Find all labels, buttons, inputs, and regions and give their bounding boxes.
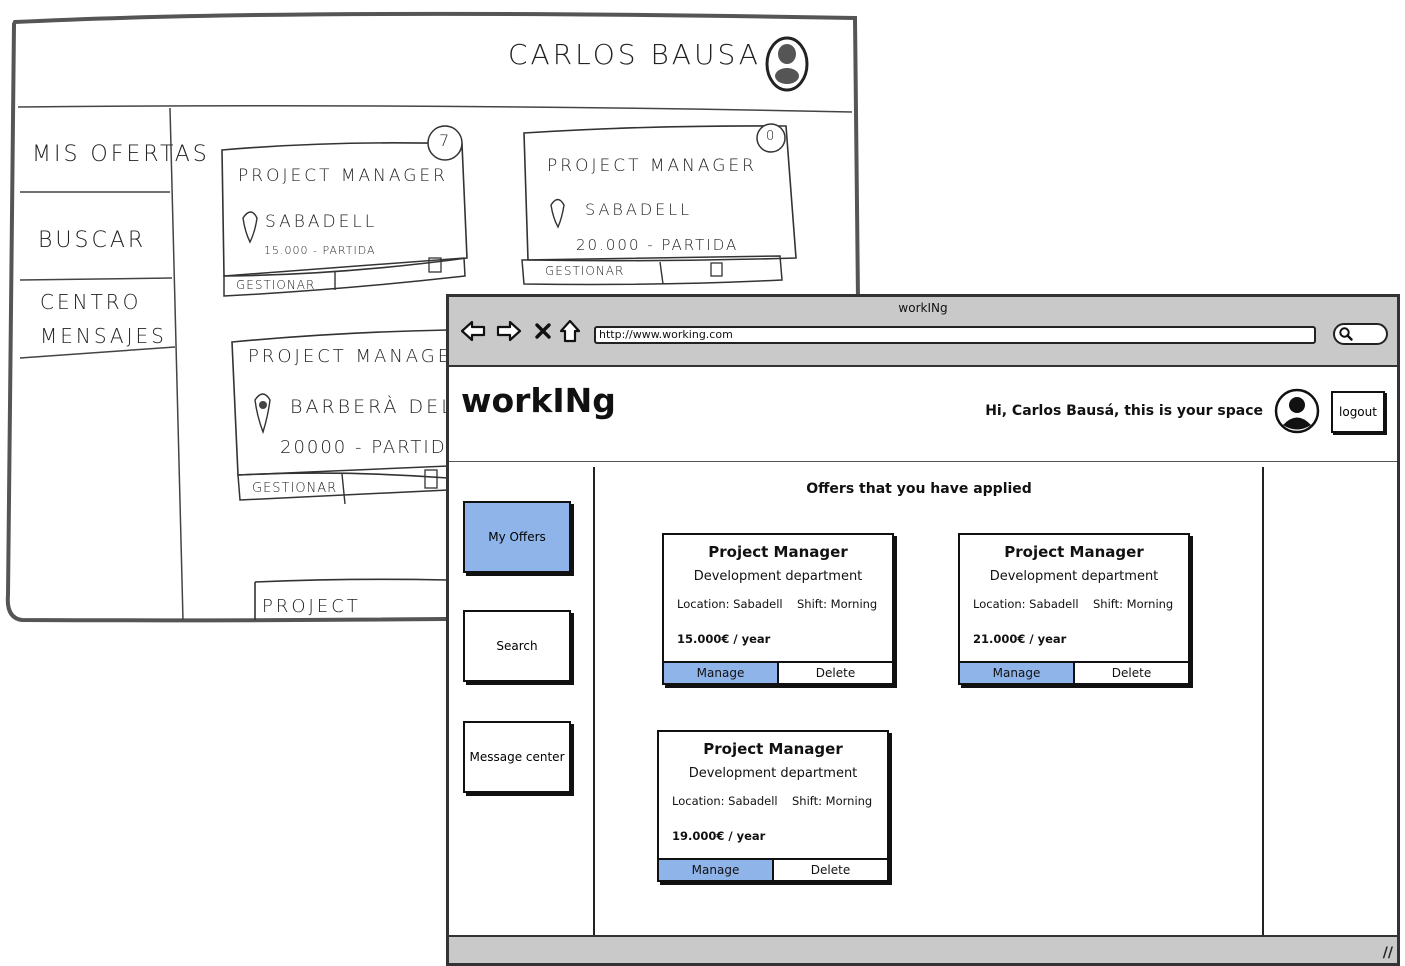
- offer-actions: Manage Delete: [960, 661, 1188, 683]
- delete-button[interactable]: Delete: [1075, 663, 1188, 683]
- sketch-card-manage: GESTIONAR: [252, 481, 338, 496]
- browser-window: workINg http://www.working.com workINg H…: [446, 294, 1400, 966]
- offer-title: Project Manager: [708, 543, 848, 561]
- offer-card: Project Manager Development department L…: [958, 533, 1190, 685]
- sidebar-divider: [593, 467, 595, 937]
- sketch-card-title: PROJECT MANAGER: [238, 166, 448, 186]
- offer-card: Project Manager Development department L…: [657, 730, 889, 882]
- app-logo: workINg: [461, 381, 616, 420]
- offer-location: Location: Sabadell: [677, 597, 783, 611]
- sketch-card-salary: 15.000 - PARTIDA: [264, 244, 376, 257]
- sketch-card-salary: 20.000 - PARTIDA: [576, 236, 739, 254]
- offer-shift: Shift: Morning: [1093, 597, 1174, 611]
- offer-salary: 19.000€ / year: [672, 829, 766, 843]
- forward-arrow-icon[interactable]: [495, 317, 523, 345]
- sketch-card-badge: 7: [439, 131, 450, 150]
- offer-actions: Manage Delete: [664, 661, 892, 683]
- sidebar-item-message-center[interactable]: Message center: [463, 721, 571, 793]
- manage-button[interactable]: Manage: [664, 663, 779, 683]
- offer-title: Project Manager: [703, 740, 843, 758]
- status-bar: //: [449, 935, 1397, 963]
- sketch-card-manage: GESTIONAR: [236, 278, 316, 292]
- resize-grip-icon[interactable]: //: [1383, 945, 1393, 961]
- logout-button[interactable]: logout: [1331, 391, 1385, 433]
- sketch-card-title: PROJECT MANAGE: [248, 346, 453, 367]
- user-avatar-icon[interactable]: [1274, 388, 1320, 434]
- sketch-card-location: SABADELL: [265, 212, 378, 232]
- window-title: workINg: [898, 301, 948, 315]
- sidebar-item-my-offers[interactable]: My Offers: [463, 501, 571, 573]
- sketch-card-location: SABADELL: [585, 200, 693, 219]
- address-bar[interactable]: http://www.working.com: [594, 326, 1316, 344]
- sidebar-item-search[interactable]: Search: [463, 610, 571, 682]
- sketch-menu-mensajes: MENSAJES: [40, 324, 167, 348]
- manage-button[interactable]: Manage: [659, 860, 774, 880]
- sketch-menu-search: BUSCAR: [38, 228, 147, 253]
- sketch-card-title: PROJECT MANAGER: [547, 156, 757, 176]
- offer-department: Development department: [688, 766, 858, 781]
- delete-button[interactable]: Delete: [779, 663, 892, 683]
- sketch-user-name: CARLOS BAUSA: [508, 38, 761, 71]
- offer-shift: Shift: Morning: [792, 794, 873, 808]
- sketch-menu-offers: MIS OFERTAS: [32, 142, 210, 167]
- sketch-menu-centro: CENTRO: [40, 290, 142, 314]
- offer-shift: Shift: Morning: [797, 597, 878, 611]
- browser-toolbar: workINg http://www.working.com: [449, 297, 1397, 367]
- search-icon: [1339, 327, 1353, 341]
- manage-button[interactable]: Manage: [960, 663, 1075, 683]
- offer-salary: 15.000€ / year: [677, 632, 771, 646]
- offer-department: Development department: [693, 569, 863, 584]
- stop-icon[interactable]: [529, 317, 557, 345]
- section-title: Offers that you have applied: [806, 481, 1032, 497]
- sketch-card-badge: 0: [766, 129, 775, 144]
- greeting-text: Hi, Carlos Bausá, this is your space: [985, 403, 1263, 419]
- right-panel-divider: [1262, 467, 1264, 937]
- offer-actions: Manage Delete: [659, 858, 887, 880]
- back-arrow-icon[interactable]: [459, 317, 487, 345]
- sketch-card-salary: 20000 - PARTIDA: [280, 437, 461, 458]
- offer-card: Project Manager Development department L…: [662, 533, 894, 685]
- header-divider: [449, 461, 1397, 462]
- offer-title: Project Manager: [1004, 543, 1144, 561]
- offer-department: Development department: [989, 569, 1159, 584]
- sketch-card-title: PROJECT: [262, 596, 361, 617]
- delete-button[interactable]: Delete: [774, 860, 887, 880]
- home-icon[interactable]: [556, 317, 584, 345]
- offer-salary: 21.000€ / year: [973, 632, 1067, 646]
- offer-location: Location: Sabadell: [973, 597, 1079, 611]
- sketch-card-location: BARBERÀ DEL: [290, 396, 455, 418]
- sketch-card-manage: GESTIONAR: [545, 264, 625, 278]
- offer-location: Location: Sabadell: [672, 794, 778, 808]
- browser-search-field[interactable]: [1333, 323, 1388, 345]
